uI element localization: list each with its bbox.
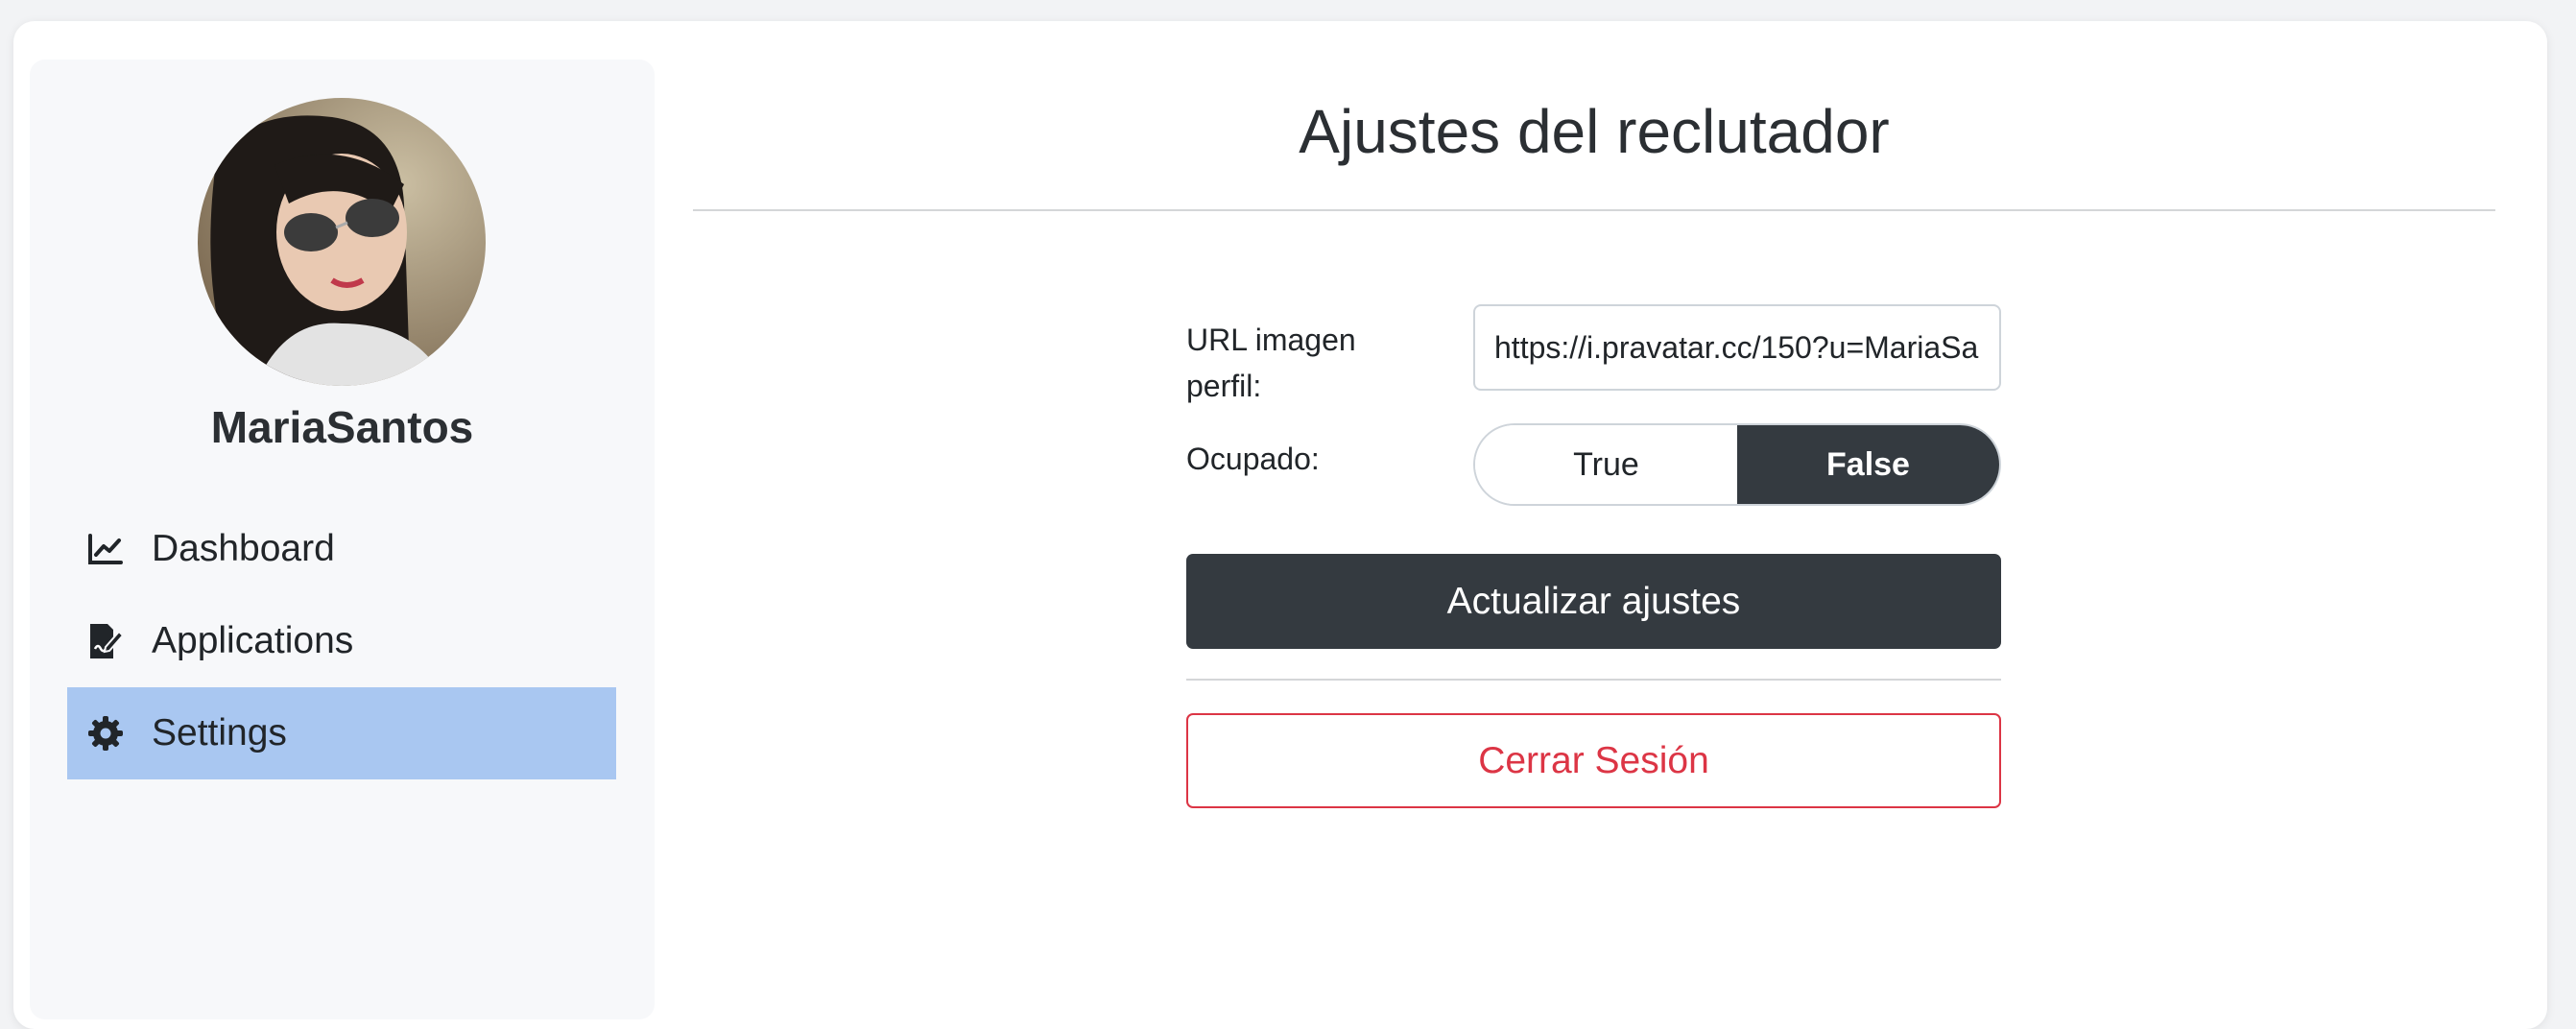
sidebar-item-label: Applications (152, 620, 354, 661)
gear-icon (84, 712, 127, 754)
username: MariaSantos (210, 402, 474, 452)
form-divider (1186, 679, 2001, 681)
avatar (198, 98, 486, 386)
toggle-true-option[interactable]: True (1475, 425, 1737, 504)
busy-label: Ocupado: (1186, 442, 1320, 476)
file-signature-icon (84, 620, 127, 662)
sidebar-item-label: Settings (152, 712, 287, 754)
chart-line-icon (84, 528, 127, 570)
url-label: URL imagen perfil: (1186, 323, 1356, 403)
sidebar-item-settings[interactable]: Settings (67, 687, 616, 779)
title-divider (693, 209, 2495, 211)
busy-toggle: True False (1473, 423, 2001, 506)
toggle-false-option[interactable]: False (1737, 425, 1999, 504)
sidebar-item-applications[interactable]: Applications (67, 595, 616, 687)
logout-button[interactable]: Cerrar Sesión (1186, 713, 2001, 808)
update-settings-button[interactable]: Actualizar ajustes (1186, 554, 2001, 649)
sidebar-item-dashboard[interactable]: Dashboard (67, 503, 616, 595)
profile-image-url-input[interactable] (1473, 304, 2001, 391)
avatar-photo (198, 98, 486, 386)
sidebar-item-label: Dashboard (152, 528, 335, 569)
page-title: Ajustes del reclutador (1299, 97, 1890, 166)
